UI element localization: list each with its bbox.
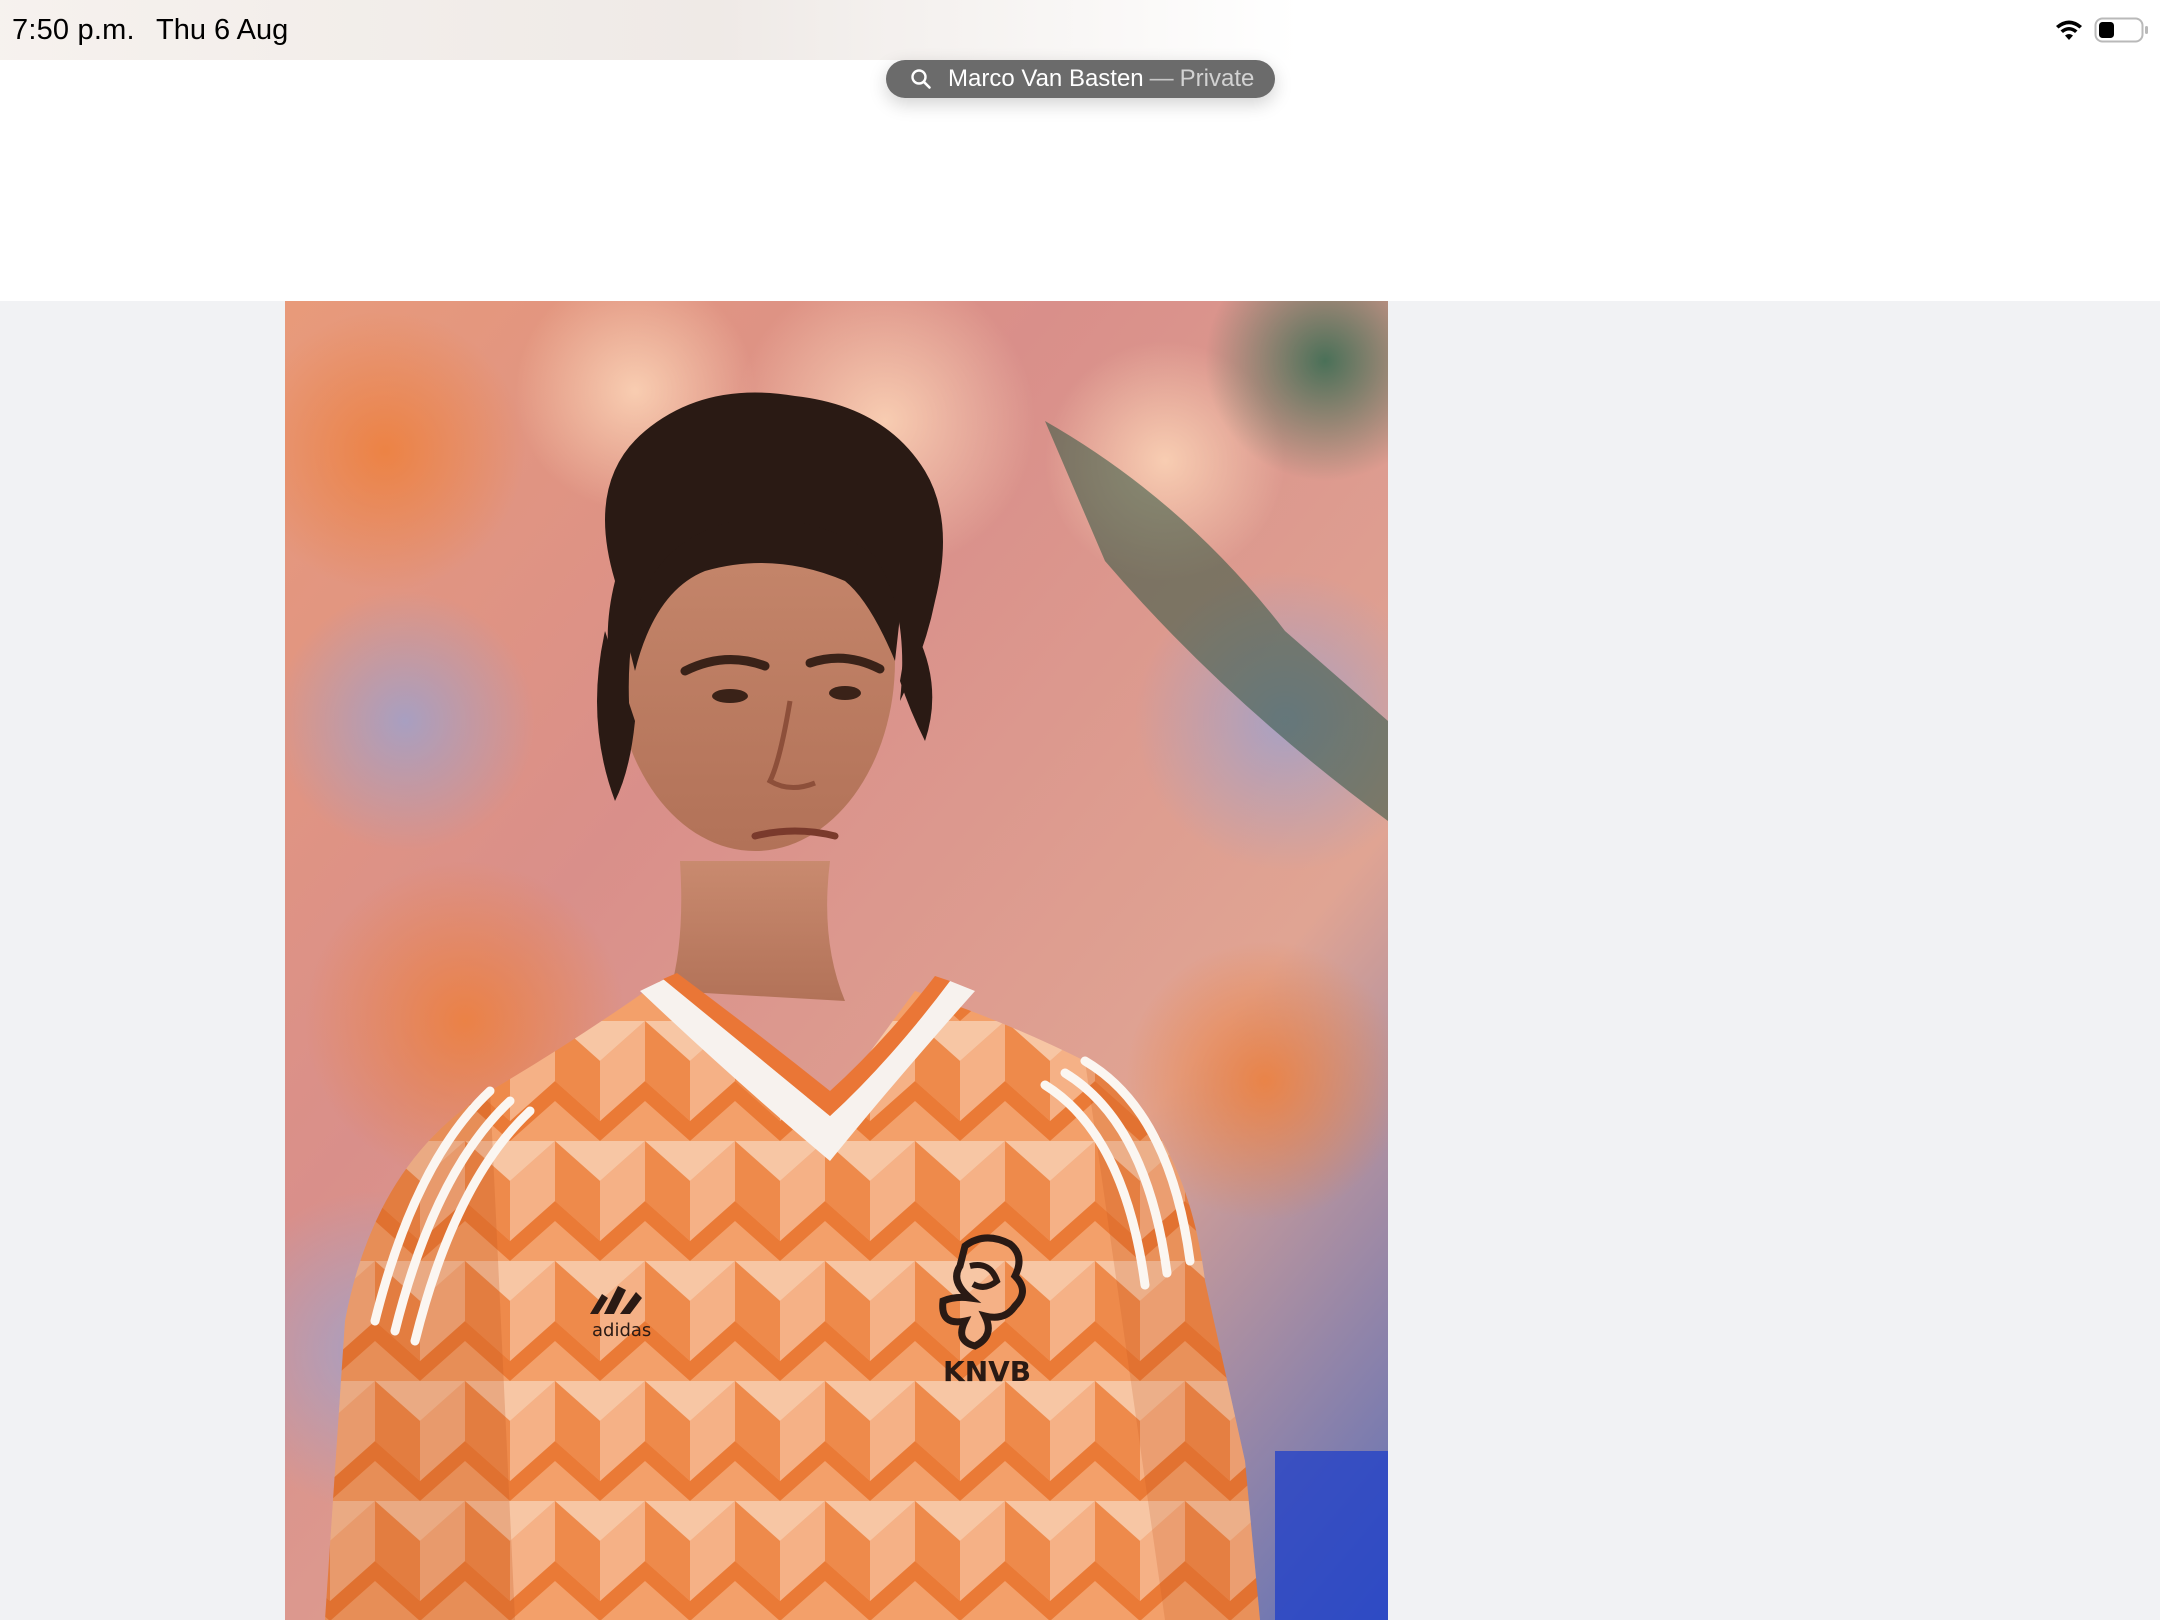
address-query: Marco Van Basten [948,65,1144,92]
status-icons [2054,16,2150,48]
search-icon [911,69,931,89]
address-bar[interactable]: Marco Van Basten — Private [886,60,1275,98]
wifi-icon [2054,18,2084,47]
status-time: 7:50 p.m. [12,14,135,46]
status-date: Thu 6 Aug [156,14,289,46]
address-separator: — [1149,65,1174,92]
battery-icon [2094,16,2150,49]
svg-text:adidas: adidas [592,1320,651,1341]
status-bar: 7:50 p.m. Thu 6 Aug [0,0,2160,62]
private-mode-label: Private [1179,65,1255,92]
knvb-text: KNVB [943,1355,1031,1388]
player-photo[interactable]: adidas KNVB [285,301,1388,1620]
